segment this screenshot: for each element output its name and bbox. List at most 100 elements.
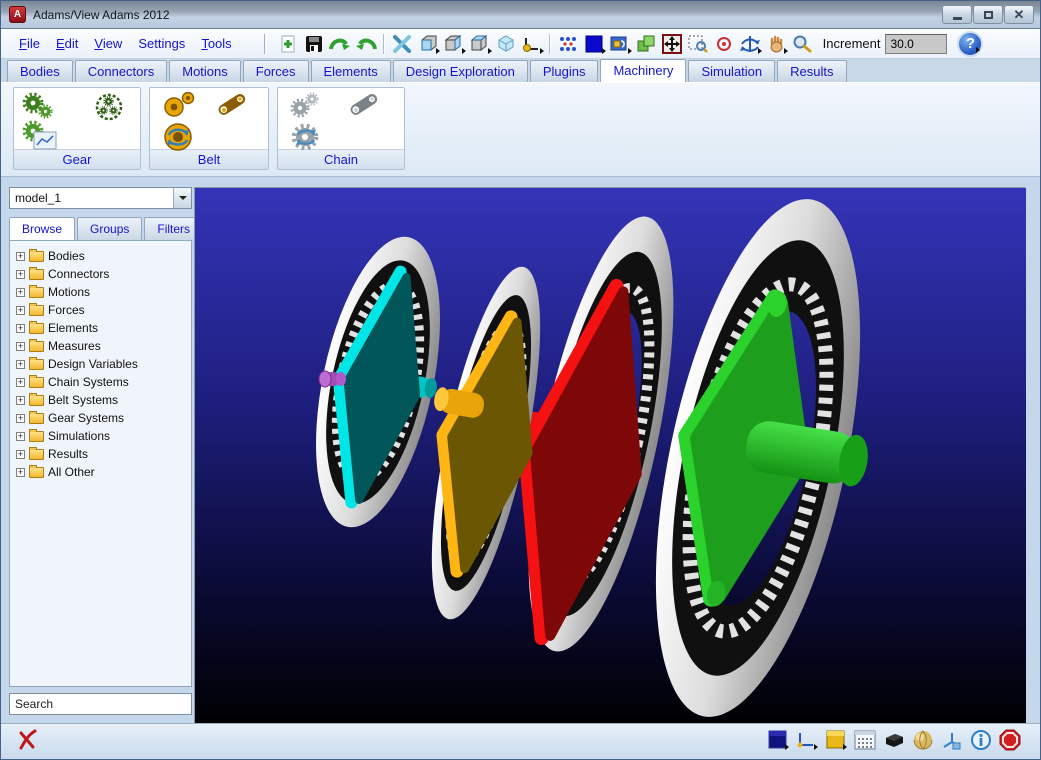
render-mode-icon	[883, 730, 905, 750]
center-marker-button[interactable]	[711, 32, 737, 56]
view-page-button[interactable]	[607, 32, 633, 56]
background-color-button[interactable]	[766, 728, 790, 752]
folder-icon	[29, 269, 44, 280]
sprocket-rotation-button[interactable]	[290, 122, 324, 159]
model-browser: model_1 Browse Groups Filters +Bodies +C…	[1, 177, 194, 723]
tree-item-results[interactable]: +Results	[16, 445, 189, 463]
tree-item-gear-systems[interactable]: +Gear Systems	[16, 409, 189, 427]
tree-item-motions[interactable]: +Motions	[16, 283, 189, 301]
top-view-button[interactable]	[467, 32, 493, 56]
tree-item-bodies[interactable]: +Bodies	[16, 247, 189, 265]
chevron-down-icon[interactable]	[173, 188, 191, 208]
tab-forces[interactable]: Forces	[243, 60, 309, 82]
menu-tools[interactable]: Tools	[193, 33, 239, 54]
tab-browse[interactable]: Browse	[9, 217, 75, 240]
select-group-button[interactable]	[633, 32, 659, 56]
undo-button[interactable]	[353, 32, 379, 56]
interrupt-tools-icon	[17, 729, 37, 751]
tab-machinery[interactable]: Machinery	[600, 59, 686, 82]
tab-groups[interactable]: Groups	[77, 217, 142, 240]
tab-plugins[interactable]: Plugins	[530, 60, 599, 82]
color-swatch-button[interactable]	[824, 728, 848, 752]
stop-button[interactable]	[998, 728, 1022, 752]
help-button[interactable]: ?	[957, 31, 983, 57]
expand-icon[interactable]: +	[16, 450, 25, 459]
gear-train-scene	[195, 188, 1026, 724]
zoom-box-button[interactable]	[685, 32, 711, 56]
magenta-pin	[319, 371, 346, 387]
redo-button[interactable]	[327, 32, 353, 56]
iso-view-button[interactable]	[493, 32, 519, 56]
tab-simulation[interactable]: Simulation	[688, 60, 775, 82]
tab-elements[interactable]: Elements	[311, 60, 391, 82]
table-grid-button[interactable]	[853, 728, 877, 752]
expand-icon[interactable]: +	[16, 306, 25, 315]
fit-view-button[interactable]	[659, 32, 685, 56]
tree-item-connectors[interactable]: +Connectors	[16, 265, 189, 283]
menu-settings[interactable]: Settings	[130, 33, 193, 54]
expand-icon[interactable]: +	[16, 360, 25, 369]
menu-edit[interactable]: Edit	[48, 33, 86, 54]
tree-item-elements[interactable]: +Elements	[16, 319, 189, 337]
increment-input[interactable]	[885, 34, 947, 54]
search-input[interactable]	[9, 693, 192, 715]
pan-button[interactable]	[763, 32, 789, 56]
view-triad-button[interactable]	[940, 728, 964, 752]
interrupt-button[interactable]	[15, 728, 39, 752]
toolbar-grip[interactable]	[264, 34, 267, 54]
maximize-button[interactable]	[973, 5, 1003, 24]
background-color-button[interactable]	[581, 32, 607, 56]
expand-icon[interactable]: +	[16, 288, 25, 297]
side-view-button[interactable]	[441, 32, 467, 56]
tab-results[interactable]: Results	[777, 60, 846, 82]
close-button[interactable]: ✕	[1004, 5, 1034, 24]
render-mode-button[interactable]	[882, 728, 906, 752]
tree-item-simulations[interactable]: +Simulations	[16, 427, 189, 445]
expand-icon[interactable]: +	[16, 252, 25, 261]
tree-item-belt-systems[interactable]: +Belt Systems	[16, 391, 189, 409]
front-view-button[interactable]	[415, 32, 441, 56]
tree-item-all-other[interactable]: +All Other	[16, 463, 189, 481]
model-selector[interactable]: model_1	[9, 187, 192, 209]
shading-button[interactable]	[911, 728, 935, 752]
expand-icon[interactable]: +	[16, 270, 25, 279]
expand-icon[interactable]: +	[16, 378, 25, 387]
color-swatch-icon	[826, 730, 846, 750]
origin-button[interactable]	[519, 32, 545, 56]
belt-drive-button[interactable]	[218, 94, 248, 123]
tab-bodies[interactable]: Bodies	[7, 60, 73, 82]
chain-drive-button[interactable]	[350, 94, 380, 123]
app-icon[interactable]: A	[9, 6, 26, 23]
tree-item-design-variables[interactable]: +Design Variables	[16, 355, 189, 373]
planetary-gear-button[interactable]	[94, 92, 124, 127]
tab-motions[interactable]: Motions	[169, 60, 241, 82]
minimize-button[interactable]	[942, 5, 972, 24]
tree-item-measures[interactable]: +Measures	[16, 337, 189, 355]
grid-points-button[interactable]	[555, 32, 581, 56]
pulley-rotation-button[interactable]	[162, 122, 196, 159]
new-file-button[interactable]	[275, 32, 301, 56]
expand-icon[interactable]: +	[16, 342, 25, 351]
working-grid-button[interactable]	[795, 728, 819, 752]
folder-icon	[29, 413, 44, 424]
close-icon: ✕	[1014, 8, 1025, 21]
zoom-button[interactable]	[789, 32, 815, 56]
expand-icon[interactable]: +	[16, 324, 25, 333]
menu-file[interactable]: File	[11, 33, 48, 54]
tab-design-exploration[interactable]: Design Exploration	[393, 60, 528, 82]
rotate-view-button[interactable]	[737, 32, 763, 56]
gear-output-chart-button[interactable]	[22, 120, 58, 157]
tab-connectors[interactable]: Connectors	[75, 60, 167, 82]
3d-viewport[interactable]	[194, 187, 1025, 723]
expand-icon[interactable]: +	[16, 468, 25, 477]
tools-button[interactable]	[389, 32, 415, 56]
expand-icon[interactable]: +	[16, 396, 25, 405]
save-button[interactable]	[301, 32, 327, 56]
tree-item-forces[interactable]: +Forces	[16, 301, 189, 319]
info-button[interactable]	[969, 728, 993, 752]
menu-view[interactable]: View	[86, 33, 130, 54]
expand-icon[interactable]: +	[16, 414, 25, 423]
expand-icon[interactable]: +	[16, 432, 25, 441]
ribbon-group-chain: Chain	[277, 87, 405, 170]
tree-item-chain-systems[interactable]: +Chain Systems	[16, 373, 189, 391]
